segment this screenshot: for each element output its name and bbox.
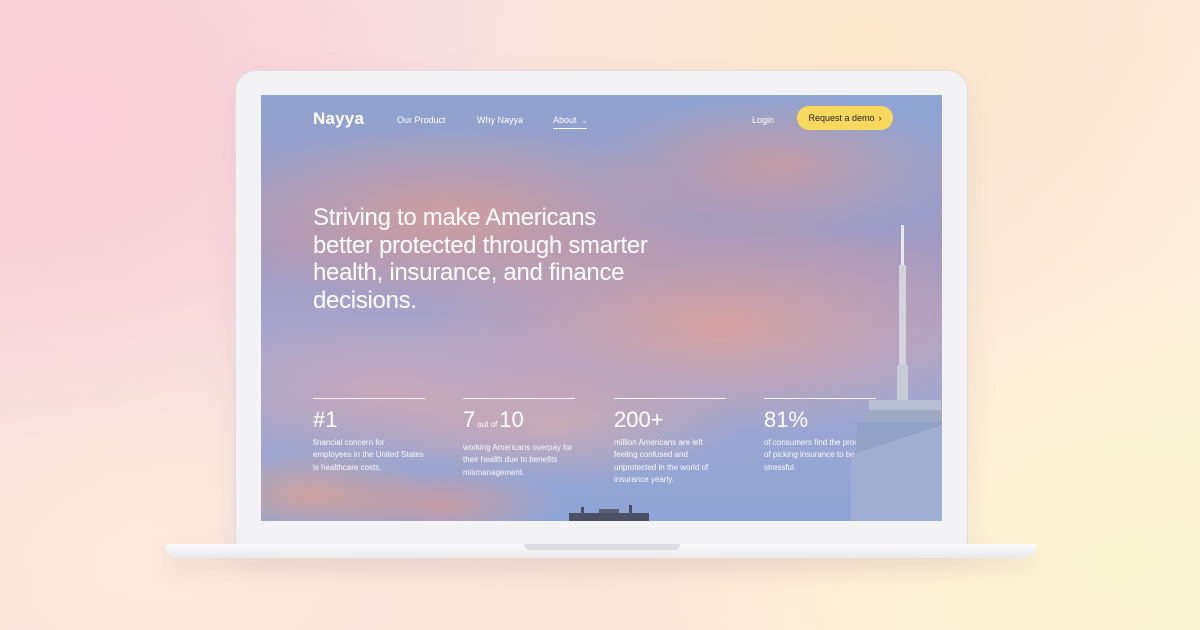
building-rooftop-image xyxy=(569,505,649,521)
chevron-right-icon: › xyxy=(878,113,882,123)
stat-value: 7 out of10 xyxy=(463,407,575,438)
nav-about-label: About xyxy=(553,115,577,125)
request-demo-button[interactable]: Request a demo › xyxy=(797,106,893,130)
stat-item: 200+ million Americans are left feeling … xyxy=(614,398,726,487)
website-screen: Nayya Our Product Why Nayya About ⌄ Login… xyxy=(261,95,942,521)
stat-value: #1 xyxy=(313,407,338,432)
nav-our-product[interactable]: Our Product xyxy=(397,115,446,125)
stat-description: million Americans are left feeling confu… xyxy=(614,438,709,485)
hero-headline: Striving to make Americans better protec… xyxy=(313,204,648,314)
stat-item: #1 financial concern for employees in th… xyxy=(313,398,425,474)
nav-why-nayya[interactable]: Why Nayya xyxy=(477,115,523,125)
login-link[interactable]: Login xyxy=(752,115,774,125)
skyscraper-image xyxy=(851,225,942,521)
stat-description: financial concern for employees in the U… xyxy=(313,438,424,472)
stat-item: 7 out of10 working Americans overpay for … xyxy=(463,398,575,479)
stat-value: 200+ xyxy=(614,407,664,432)
request-demo-label: Request a demo xyxy=(808,113,875,123)
stat-value-total: 10 xyxy=(499,407,524,432)
chevron-down-icon: ⌄ xyxy=(581,118,588,125)
stat-description: working Americans overpay for their heal… xyxy=(463,443,573,477)
stat-value-connector: out of xyxy=(477,420,498,429)
stat-value-main: 7 xyxy=(463,407,476,432)
laptop-notch xyxy=(524,544,680,550)
nav-about[interactable]: About ⌄ xyxy=(553,115,588,129)
top-navigation: Nayya Our Product Why Nayya About ⌄ Login… xyxy=(261,95,942,145)
brand-logo[interactable]: Nayya xyxy=(313,109,364,129)
